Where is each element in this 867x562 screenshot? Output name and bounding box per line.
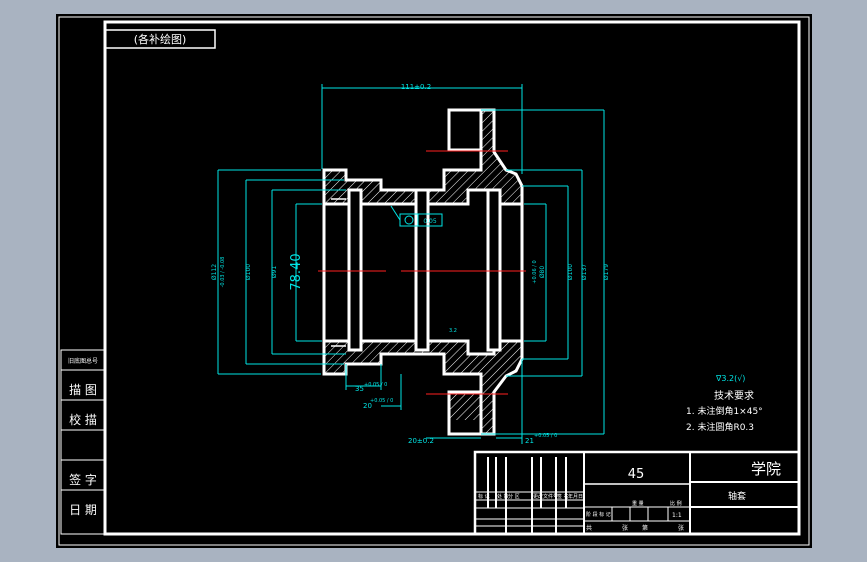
dim-20b: 20±0.2 <box>408 437 434 445</box>
dim-left-d3: Ø91 <box>271 266 278 279</box>
dim-left-d2: Ø100 <box>245 264 252 280</box>
dim-20-tol: +0.05 / 0 <box>370 398 393 404</box>
left-strip-0: 描 图 <box>69 383 97 397</box>
rev-header-0: 标 记 <box>478 493 490 500</box>
dim-tol-gdt: 0.05 <box>423 218 437 225</box>
dim-left-d1-tol: -0.03 / -0.08 <box>220 257 226 288</box>
tech-note-1: 2. 未注圆角R0.3 <box>686 421 754 433</box>
roughness-mark: ∇3.2(√) <box>715 374 745 383</box>
stage-label-2: 比 例 <box>670 500 682 507</box>
outer-border <box>58 16 810 546</box>
dim-21: 21 <box>525 437 534 445</box>
left-strip-small: 旧底图总号 <box>68 357 98 365</box>
part-name: 轴套 <box>728 490 746 502</box>
sheet-label-3: 张 <box>678 524 684 532</box>
drawing-sheet: (各补绘图) 旧底图总号 描 图 校 描 签 字 日 期 标 记 处 数 分 区… <box>56 14 812 548</box>
dim-right-d4: Ø179 <box>603 264 610 280</box>
rev-header-4: 签 名 <box>557 493 569 500</box>
dim-35-tol: +0.05 / 0 <box>364 382 387 388</box>
part-section <box>318 108 526 436</box>
sheet-label-1: 张 <box>622 524 628 532</box>
tech-requirements: ∇3.2(√) 技术要求 1. 未注倒角1×45° 2. 未注圆角R0.3 <box>686 374 763 433</box>
cad-drawing: (各补绘图) 旧底图总号 描 图 校 描 签 字 日 期 标 记 处 数 分 区… <box>58 16 810 546</box>
rev-header-5: 年月日 <box>568 493 583 500</box>
material: 45 <box>628 467 645 482</box>
left-strip-2: 签 字 <box>69 472 97 487</box>
dim-overall-length: 111±0.2 <box>401 83 431 91</box>
groove-left <box>347 188 363 352</box>
dim-bore: 78.40 <box>289 253 304 290</box>
rev-header-1: 处 数 <box>497 493 509 500</box>
sheet-label-0: 共 <box>586 524 592 532</box>
scale-value: 1:1 <box>672 512 682 519</box>
left-strip: 旧底图总号 描 图 校 描 签 字 日 期 <box>60 349 106 535</box>
dim-35: 35 <box>355 385 364 393</box>
dimensions: 111±0.2 Ø112 -0.03 / -0.08 Ø100 Ø91 78.4… <box>211 83 610 445</box>
dim-right-d3: Ø137 <box>581 264 588 280</box>
dim-left-d1: Ø112 <box>211 264 218 280</box>
section-bottom-wall <box>322 339 524 436</box>
tech-note-0: 1. 未注倒角1×45° <box>686 405 763 417</box>
dim-right-d1: Ø80 <box>539 266 546 279</box>
inner-border <box>103 20 801 536</box>
left-strip-1: 校 描 <box>69 412 97 427</box>
dim-21-tol: +0.05 / 0 <box>534 433 557 439</box>
stage-label-1: 重 量 <box>632 500 644 507</box>
tech-title: 技术要求 <box>714 389 754 402</box>
stage-label-0: 阶 段 标 记 <box>586 511 611 518</box>
roughness-inner: 3.2 <box>449 328 457 334</box>
dim-right-d1-tol: +0.06 / 0 <box>532 260 538 283</box>
sheet-label-2: 第 <box>642 524 648 532</box>
school: 学院 <box>751 460 781 478</box>
flange-top <box>447 108 483 152</box>
view-label: (各补绘图) <box>134 32 187 46</box>
rev-header-3: 更改文件号 <box>533 493 558 500</box>
left-strip-3: 日 期 <box>69 503 97 517</box>
dim-right-d2: Ø100 <box>567 264 574 280</box>
rev-header-2: 分 区 <box>508 493 520 500</box>
groove-right <box>486 188 502 352</box>
title-block: 标 记 处 数 分 区 更改文件号 签 名 年月日 阶 段 标 记 重 量 比 … <box>473 450 801 536</box>
